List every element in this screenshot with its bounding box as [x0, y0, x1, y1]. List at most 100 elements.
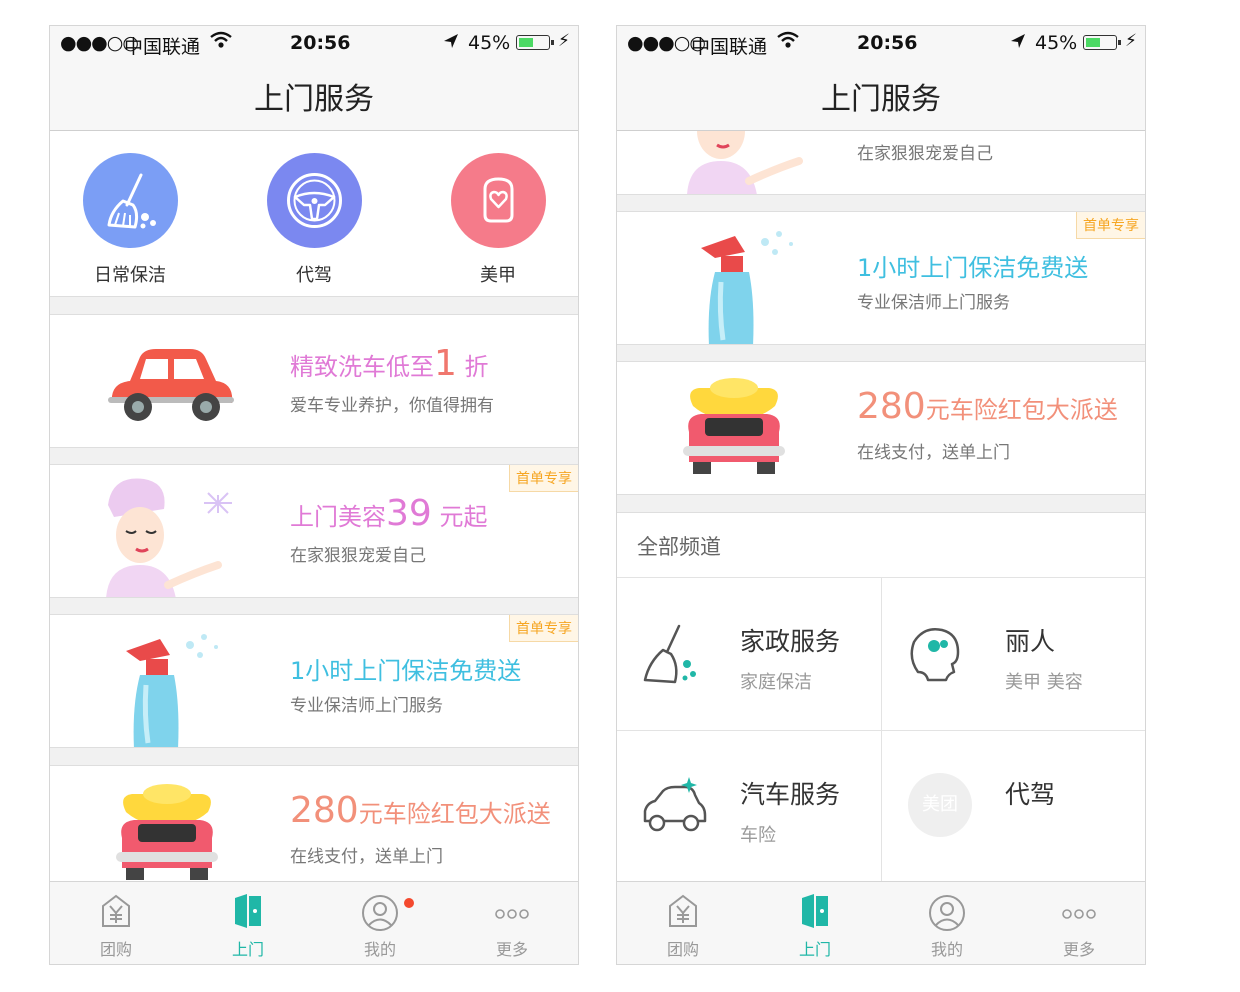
page-title: 上门服务 — [821, 82, 941, 117]
category-row: 日常保洁 代驾 美甲 — [50, 131, 578, 297]
tab-label: 我的 — [930, 940, 963, 959]
woman-towel-illustration — [679, 131, 829, 194]
banner-title: 精致洗车低至1 折 — [290, 343, 489, 384]
banner-title: 280元车险红包大派送 — [290, 790, 551, 831]
car-gold-ingot-illustration — [112, 782, 222, 890]
banner-subtitle: 专业保洁师上门服务 — [290, 696, 443, 716]
navigation-bar: 上门服务 — [617, 60, 1145, 131]
steering-wheel-icon — [267, 153, 362, 248]
carrier-name: 中国联通 — [124, 36, 201, 58]
channel-name: 汽车服务 — [740, 780, 841, 809]
channel-subtitle: 家庭保洁 — [740, 672, 812, 693]
yuan-tag-icon — [668, 894, 698, 932]
banner-beauty-partial[interactable]: 在家狠狠宠爱自己 — [617, 131, 1145, 195]
battery-percent: 45% — [468, 32, 511, 54]
channel-car-service[interactable]: 汽车服务 车险 — [617, 731, 881, 882]
clock: 20:56 — [290, 32, 351, 54]
status-bar: ●●●○○ 中国联通 20:56 45% ⚡ — [617, 26, 1145, 60]
broom-icon — [83, 153, 178, 248]
banner-title: 1小时上门保洁免费送 — [290, 657, 522, 685]
location-arrow-icon — [442, 32, 460, 55]
tab-more[interactable]: 更多 — [1013, 882, 1145, 964]
more-icon — [1062, 904, 1096, 923]
battery-icon — [516, 35, 554, 50]
battery-icon — [1083, 35, 1121, 50]
tab-bar: 团购 上门 我的 更多 — [617, 881, 1145, 964]
head-icon — [904, 622, 968, 690]
navigation-bar: 上门服务 — [50, 60, 578, 131]
first-order-tag: 首单专享 — [509, 615, 578, 642]
user-icon — [361, 894, 399, 936]
tab-label: 团购 — [666, 940, 699, 959]
battery-percent: 45% — [1035, 32, 1078, 54]
category-label: 美甲 — [480, 265, 516, 286]
tab-label: 上门 — [231, 940, 264, 959]
tab-group-buy[interactable]: 团购 — [50, 882, 182, 964]
banner-car-wash[interactable]: 精致洗车低至1 折 爱车专业养护，你值得拥有 — [50, 314, 578, 448]
red-car-illustration — [106, 345, 236, 429]
tab-bar: 团购 上门 我的 更多 — [50, 881, 578, 964]
channel-housekeeping[interactable]: 家政服务 家庭保洁 — [617, 578, 881, 730]
location-arrow-icon — [1009, 32, 1027, 55]
tab-label: 我的 — [363, 940, 396, 959]
banner-subtitle: 爱车专业养护，你值得拥有 — [290, 396, 494, 416]
page-title: 上门服务 — [254, 82, 374, 117]
nail-icon — [451, 153, 546, 248]
tab-label: 团购 — [99, 940, 132, 959]
banner-beauty[interactable]: 首单专享 上门美容39 元起 在家狠狠宠爱自己 — [50, 464, 578, 598]
channel-subtitle: 美甲 美容 — [1005, 672, 1083, 693]
tab-label: 更多 — [1062, 940, 1095, 959]
banner-insurance[interactable]: 280元车险红包大派送 在线支付，送单上门 — [617, 361, 1145, 495]
car-gold-ingot-illustration — [679, 376, 789, 484]
banner-subtitle: 在家狠狠宠爱自己 — [857, 144, 993, 164]
first-order-tag: 首单专享 — [1076, 212, 1145, 239]
spray-bottle-illustration — [120, 625, 240, 747]
tab-label: 更多 — [495, 940, 528, 959]
spray-bottle-illustration — [695, 222, 815, 344]
charging-bolt-icon: ⚡ — [558, 31, 570, 51]
door-icon — [233, 894, 263, 932]
category-label: 代驾 — [296, 265, 332, 286]
status-bar: ●●●○○ 中国联通 20:56 45% ⚡ — [50, 26, 578, 60]
carrier-name: 中国联通 — [691, 36, 768, 58]
banner-cleaning[interactable]: 首单专享 1小时上门保洁免费送 专业保洁师上门服务 — [50, 614, 578, 748]
banner-subtitle: 在家狠狠宠爱自己 — [290, 546, 426, 566]
door-icon — [800, 894, 830, 932]
channel-name: 代驾 — [1005, 780, 1056, 809]
meituan-placeholder-icon: 美团 — [908, 773, 972, 837]
first-order-tag: 首单专享 — [509, 465, 578, 492]
tab-group-buy[interactable]: 团购 — [617, 882, 749, 964]
channel-driver[interactable]: 美团 代驾 — [882, 731, 1145, 882]
tab-label: 上门 — [798, 940, 831, 959]
all-channels-section: 全部频道 家政服务 家庭保洁 丽人 美甲 美容 汽车服务 车险 美团 代驾 — [617, 512, 1145, 883]
tab-door-service[interactable]: 上门 — [182, 882, 314, 964]
channel-beauty[interactable]: 丽人 美甲 美容 — [882, 578, 1145, 730]
notification-dot — [404, 898, 414, 908]
woman-towel-illustration — [98, 473, 248, 597]
tab-mine[interactable]: 我的 — [314, 882, 446, 964]
banner-title: 280元车险红包大派送 — [857, 386, 1118, 427]
phone-screen-left: ●●●○○ 中国联通 20:56 45% ⚡ 上门服务 日常保洁 代驾 美甲 精… — [49, 25, 579, 965]
car-icon — [639, 775, 707, 843]
yuan-tag-icon — [101, 894, 131, 932]
banner-title: 1小时上门保洁免费送 — [857, 254, 1089, 282]
wifi-icon — [777, 31, 799, 54]
banner-subtitle: 专业保洁师上门服务 — [857, 293, 1010, 313]
section-heading: 全部频道 — [637, 535, 721, 559]
banner-subtitle: 在线支付，送单上门 — [857, 443, 1010, 463]
channel-name: 家政服务 — [740, 627, 841, 656]
clock: 20:56 — [857, 32, 918, 54]
tab-door-service[interactable]: 上门 — [749, 882, 881, 964]
tab-mine[interactable]: 我的 — [881, 882, 1013, 964]
category-label: 日常保洁 — [94, 265, 166, 286]
banner-subtitle: 在线支付，送单上门 — [290, 847, 443, 867]
broom-icon — [639, 622, 703, 690]
channel-name: 丽人 — [1005, 627, 1056, 656]
banner-title: 上门美容39 元起 — [290, 493, 488, 534]
banner-cleaning[interactable]: 首单专享 1小时上门保洁免费送 专业保洁师上门服务 — [617, 211, 1145, 345]
phone-screen-right: ●●●○○ 中国联通 20:56 45% ⚡ 上门服务 在家狠狠宠爱自己 首单专… — [616, 25, 1146, 965]
charging-bolt-icon: ⚡ — [1125, 31, 1137, 51]
more-icon — [495, 904, 529, 923]
user-icon — [928, 894, 966, 936]
tab-more[interactable]: 更多 — [446, 882, 578, 964]
